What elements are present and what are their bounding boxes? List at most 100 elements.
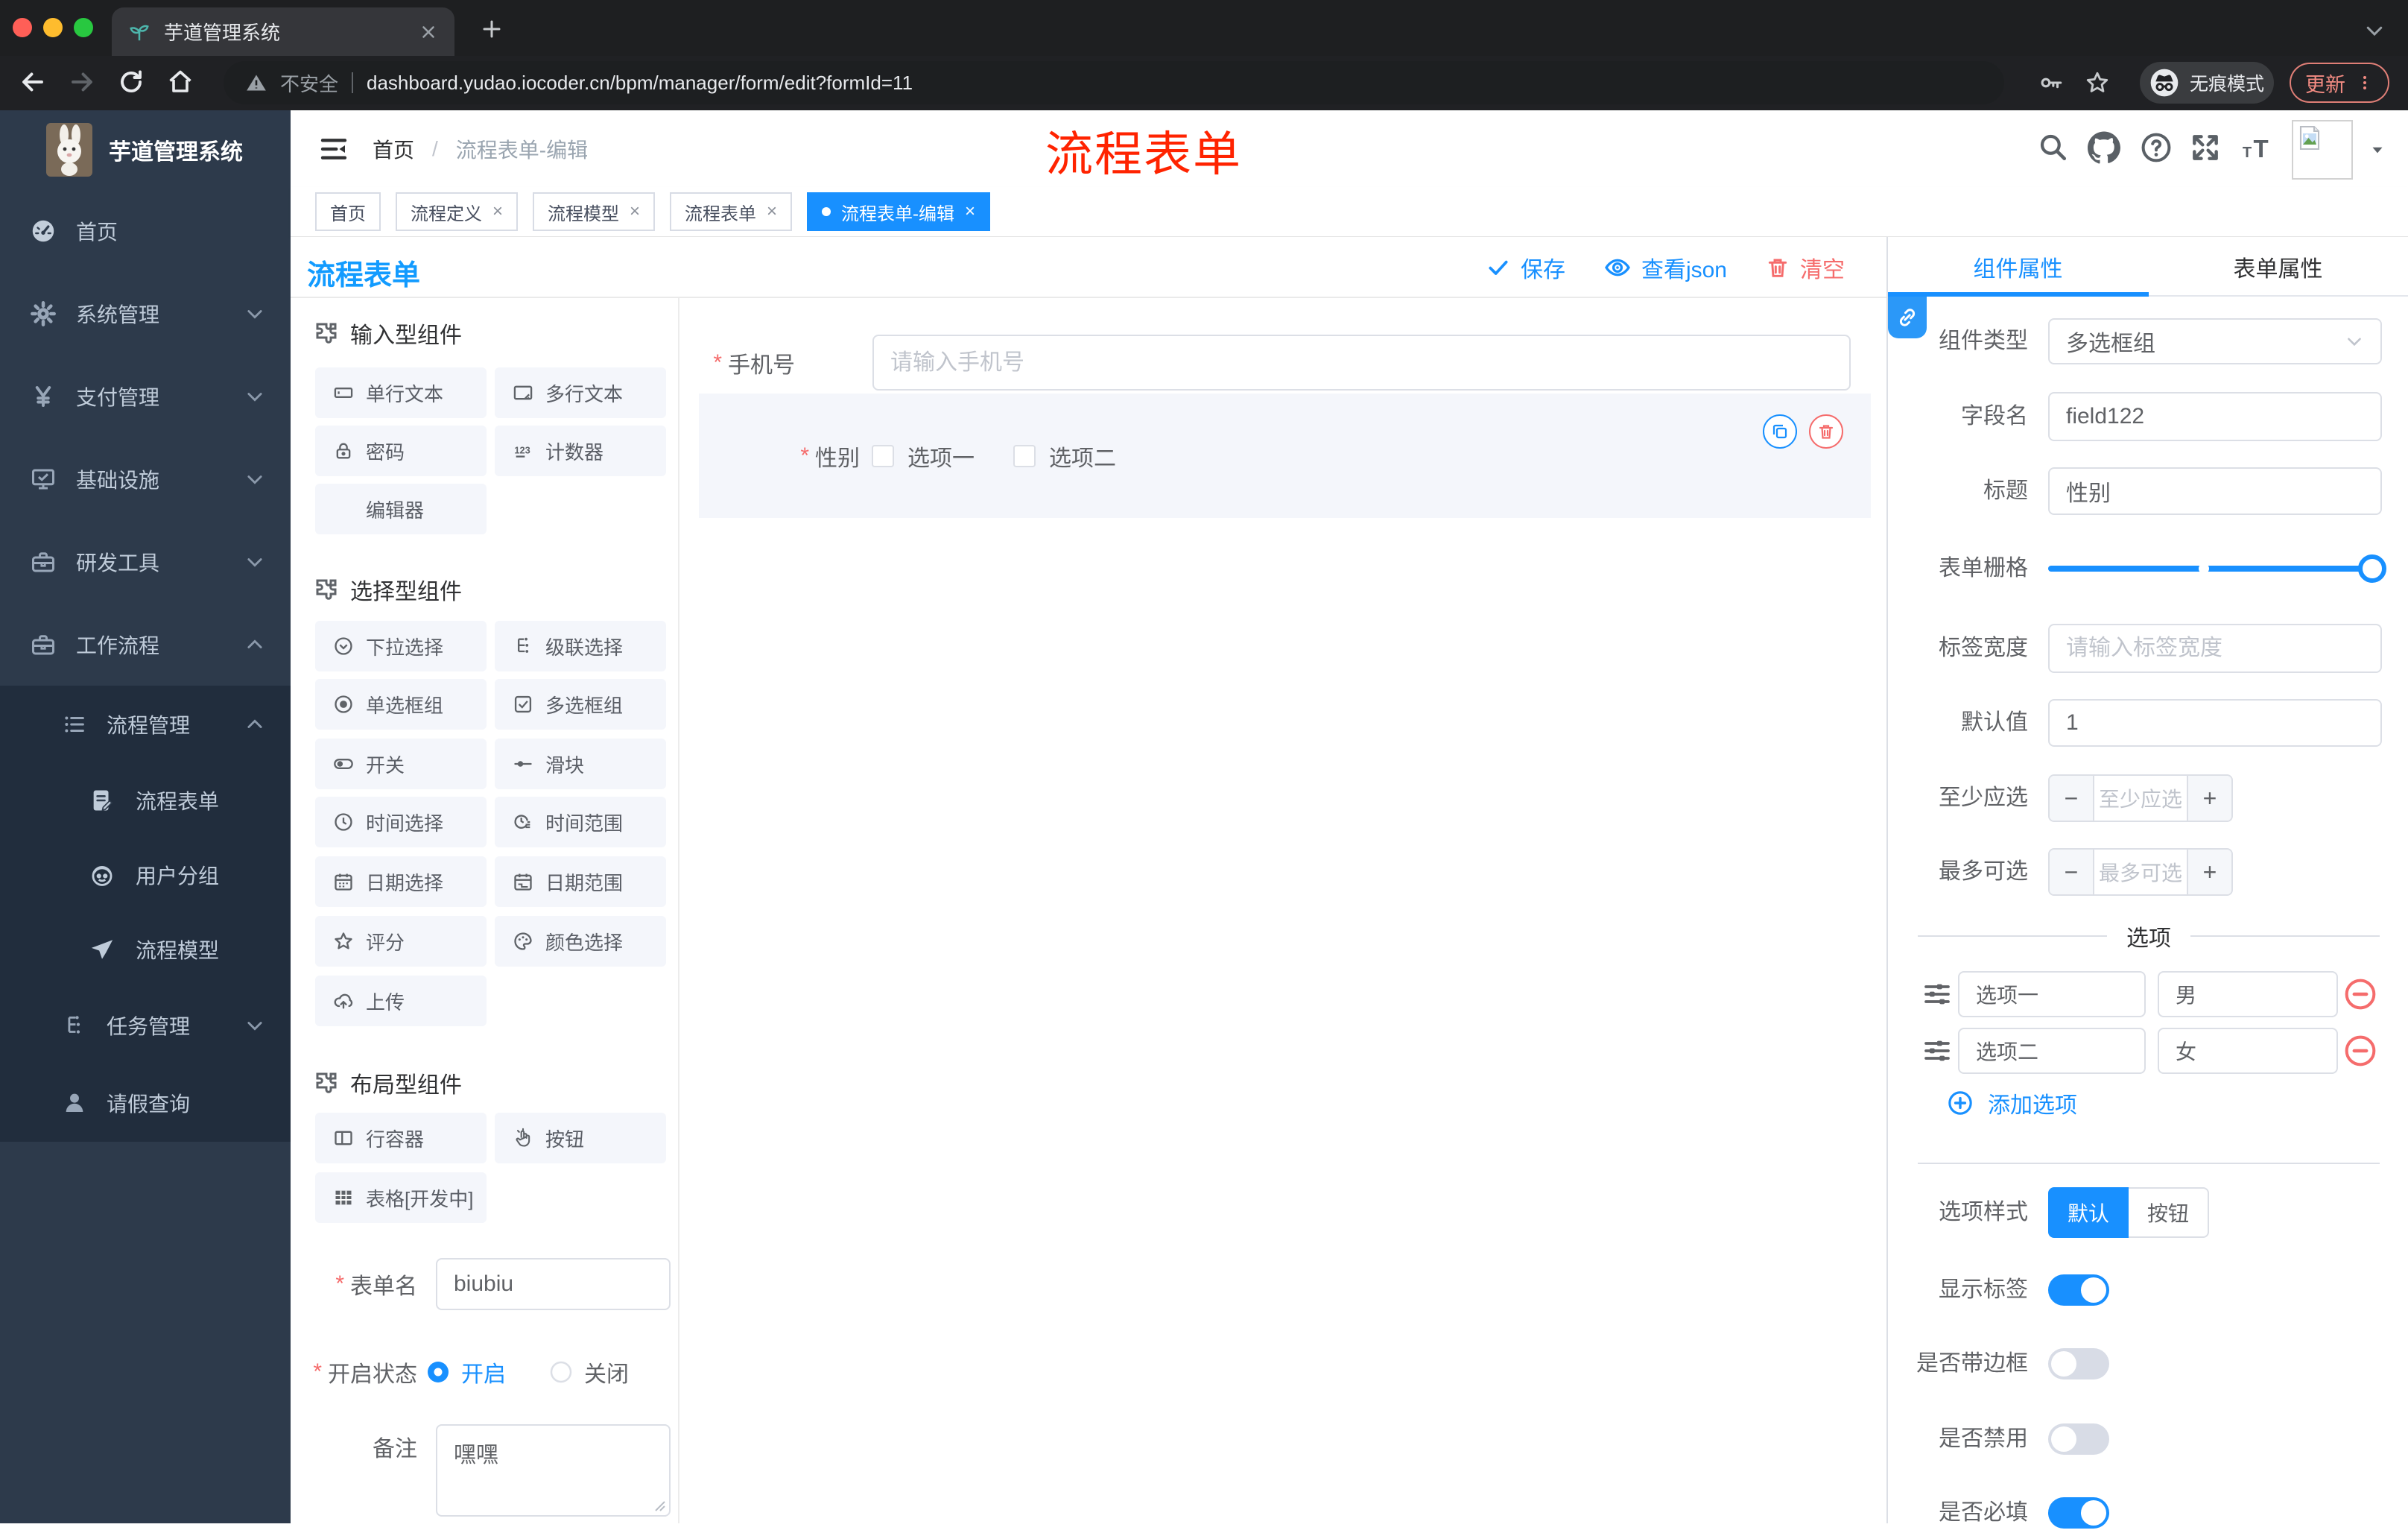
sidebar-item-process-model[interactable]: 流程模型 (0, 912, 291, 987)
view-json-button[interactable]: 查看json (1604, 251, 1727, 284)
tab-component-props[interactable]: 组件属性 (1888, 237, 2148, 297)
home-button[interactable] (167, 69, 194, 95)
sidebar-logo[interactable]: 芋道管理系统 (0, 110, 291, 189)
option-value-field[interactable] (2158, 971, 2338, 1017)
tab-close-icon[interactable] (419, 22, 438, 42)
stepper-minus-button[interactable]: − (2050, 776, 2094, 821)
palette-item-color-picker[interactable]: 颜色选择 (495, 916, 666, 967)
palette-item-switch[interactable]: 开关 (315, 739, 487, 789)
sidebar-item-infra[interactable]: 基础设施 (0, 437, 291, 520)
selected-component-gender[interactable]: * 性别 选项一 选项二 (699, 394, 1871, 518)
remark-field[interactable]: 嘿嘿 (436, 1424, 671, 1517)
address-bar[interactable]: 不安全 dashboard.yudao.iocoder.cn/bpm/manag… (224, 61, 2004, 104)
palette-item-row-container[interactable]: 行容器 (315, 1113, 487, 1163)
tag-process-model[interactable]: 流程模型 × (533, 192, 656, 231)
sidebar-item-payment[interactable]: 支付管理 (0, 355, 291, 437)
slider-handle[interactable] (2358, 554, 2386, 583)
palette-item-date-picker[interactable]: 日期选择 (315, 856, 487, 907)
tab-form-props[interactable]: 表单属性 (2148, 237, 2408, 297)
component-type-select[interactable]: 多选框组 (2048, 318, 2382, 364)
sidebar-item-leave-query[interactable]: 请假查询 (0, 1064, 291, 1142)
palette-item-checkbox-group[interactable]: 多选框组 (495, 679, 666, 730)
stepper-plus-button[interactable]: + (2187, 776, 2231, 821)
palette-item-cascader[interactable]: 级联选择 (495, 621, 666, 671)
palette-item-button[interactable]: 按钮 (495, 1113, 666, 1163)
search-icon[interactable] (2037, 131, 2068, 162)
max-select-stepper[interactable]: − 最多可选 + (2048, 848, 2233, 896)
palette-item-multi-text[interactable]: 多行文本 (495, 367, 666, 418)
default-value-input[interactable] (2048, 699, 2382, 747)
title-input[interactable] (2048, 467, 2382, 515)
browser-tab[interactable]: 芋道管理系统 (112, 7, 454, 56)
palette-item-rate[interactable]: 评分 (315, 916, 487, 967)
stepper-placeholder[interactable]: 至少应选 (2094, 776, 2187, 821)
form-grid-slider[interactable] (2048, 554, 2386, 583)
update-button[interactable]: 更新 (2290, 63, 2389, 103)
palette-item-password[interactable]: 密码 (315, 426, 487, 476)
tag-process-form[interactable]: 流程表单 × (670, 192, 793, 231)
sidebar-item-devtools[interactable]: 研发工具 (0, 520, 291, 603)
required-switch[interactable] (2048, 1497, 2109, 1529)
sidebar-item-process-form[interactable]: 流程表单 (0, 763, 291, 838)
sidebar-item-task-mgmt[interactable]: 任务管理 (0, 987, 291, 1064)
status-radio-on[interactable]: 开启 (427, 1346, 506, 1398)
palette-item-slider[interactable]: 滑块 (495, 739, 666, 789)
forward-button[interactable] (69, 69, 95, 95)
sidebar-item-system[interactable]: 系统管理 (0, 272, 291, 355)
option-label-field[interactable] (1958, 1028, 2146, 1074)
option-label-input[interactable] (1958, 971, 2146, 1017)
palette-item-time-picker[interactable]: 时间选择 (315, 797, 487, 847)
form-name-input[interactable] (436, 1258, 671, 1310)
option-value-input[interactable] (2158, 971, 2338, 1017)
checkbox-icon[interactable] (872, 444, 894, 467)
fullscreen-icon[interactable] (2189, 131, 2222, 164)
palette-item-select[interactable]: 下拉选择 (315, 621, 487, 671)
breadcrumb-home[interactable]: 首页 (373, 134, 414, 164)
palette-item-radio-group[interactable]: 单选框组 (315, 679, 487, 730)
help-icon[interactable] (2140, 131, 2173, 164)
palette-item-time-range[interactable]: 时间范围 (495, 797, 666, 847)
label-width-field[interactable] (2048, 624, 2382, 673)
default-value-field[interactable] (2048, 699, 2382, 747)
tag-close-icon[interactable]: × (767, 201, 777, 222)
palette-item-counter[interactable]: 计数器 (495, 426, 666, 476)
disabled-switch[interactable] (2048, 1423, 2109, 1455)
traffic-close-button[interactable] (13, 18, 32, 37)
status-radio-off[interactable]: 关闭 (550, 1346, 629, 1398)
github-icon[interactable] (2088, 131, 2120, 164)
avatar-caret-down-icon[interactable] (2368, 140, 2387, 159)
font-size-icon[interactable] (2241, 131, 2274, 164)
bookmark-star-icon[interactable] (2085, 70, 2110, 95)
tag-home[interactable]: 首页 (315, 192, 381, 231)
phone-field[interactable] (872, 335, 1851, 391)
traffic-zoom-button[interactable] (74, 18, 93, 37)
option-style-button-button[interactable]: 按钮 (2129, 1187, 2209, 1238)
gender-option-1[interactable]: 选项一 (872, 394, 975, 518)
password-key-icon[interactable] (2038, 70, 2064, 95)
tag-process-form-edit[interactable]: 流程表单-编辑 × (807, 192, 991, 231)
new-tab-button[interactable] (481, 18, 503, 40)
phone-input[interactable] (872, 335, 1851, 391)
browser-menu-dots-icon[interactable] (2356, 74, 2374, 92)
palette-item-editor[interactable]: 编辑器 (315, 484, 487, 534)
sidebar-item-user-group[interactable]: 用户分组 (0, 838, 291, 912)
option-value-field[interactable] (2158, 1028, 2338, 1074)
form-name-field[interactable] (436, 1258, 671, 1310)
field-name-input[interactable] (2048, 392, 2382, 441)
reload-button[interactable] (118, 69, 145, 95)
option-label-field[interactable] (1958, 971, 2146, 1017)
checkbox-icon[interactable] (1013, 444, 1036, 467)
form-canvas[interactable]: * 手机号 * 性别 选项一 选项二 (679, 298, 1886, 1523)
palette-item-single-text[interactable]: 单行文本 (315, 367, 487, 418)
drag-handle-icon[interactable] (1922, 1036, 1952, 1066)
user-avatar[interactable] (2292, 120, 2353, 180)
clear-button[interactable]: 清空 (1766, 251, 1845, 284)
stepper-placeholder[interactable]: 最多可选 (2094, 850, 2187, 894)
field-name-field[interactable] (2048, 392, 2382, 441)
resize-handle[interactable] (654, 1500, 666, 1512)
palette-item-table[interactable]: 表格[开发中] (315, 1172, 487, 1223)
drag-handle-icon[interactable] (1922, 979, 1952, 1009)
add-option-button[interactable]: 添加选项 (1948, 1084, 2077, 1122)
title-field[interactable] (2048, 467, 2382, 515)
tag-close-icon[interactable]: × (630, 201, 640, 222)
